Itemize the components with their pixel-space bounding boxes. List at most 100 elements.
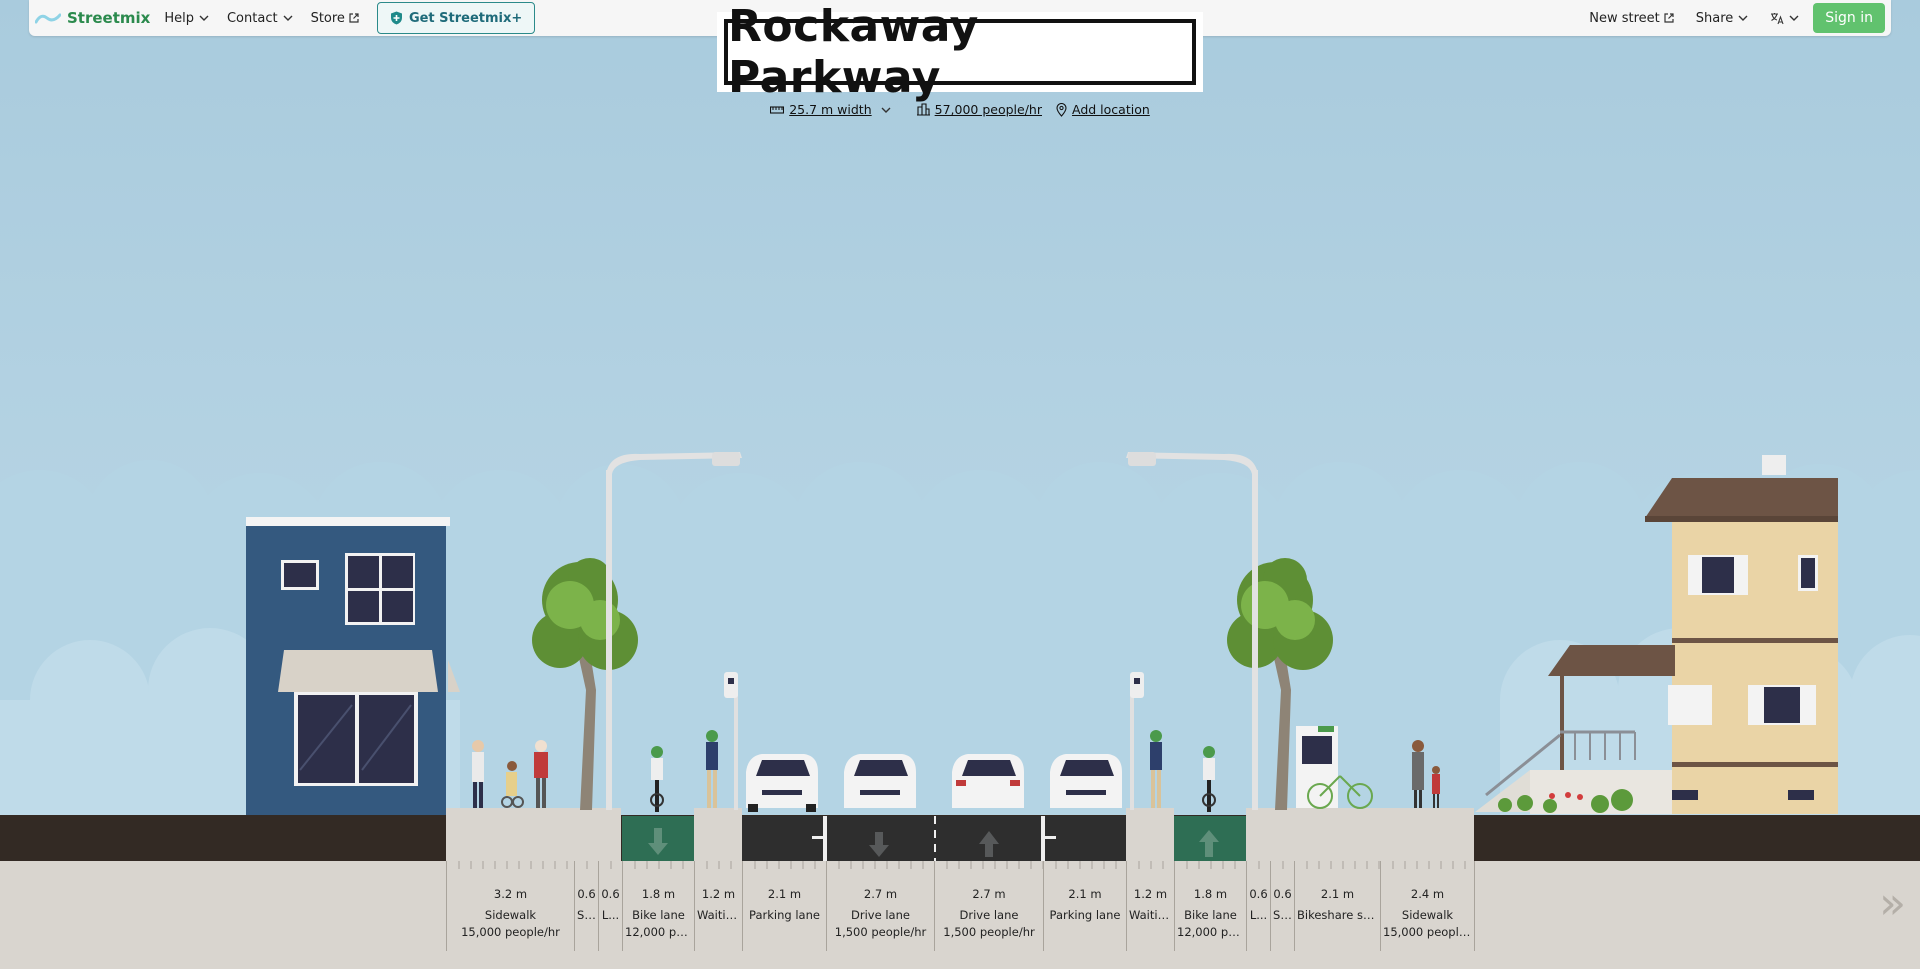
segment-ruler-ticks xyxy=(634,861,684,869)
segment-label[interactable]: 3.2 m Sidewalk 15,000 people/hr xyxy=(446,861,574,951)
segment-capacity: 15,000 people/hr xyxy=(461,925,560,939)
help-menu[interactable]: Help xyxy=(164,11,209,26)
street-illustration xyxy=(0,0,1920,861)
segment-capacity: 12,000 pe... xyxy=(1177,925,1246,939)
segment-width: 2.1 m xyxy=(767,887,802,901)
segment-name: Sidewalk xyxy=(1401,908,1454,922)
store-link-label: Store xyxy=(310,10,345,26)
chevron-down-icon xyxy=(1789,15,1799,21)
segment-name: Waitin... xyxy=(1129,908,1174,922)
street-width-menu[interactable]: 25.7 m width xyxy=(770,102,895,117)
segment-width: 0.6 xyxy=(601,887,620,901)
segment-label[interactable]: 0.6 Si... xyxy=(574,861,598,951)
segment-name: Bike lane xyxy=(632,908,685,922)
segment-name: L... xyxy=(601,908,620,922)
segment-ruler-ticks xyxy=(706,861,732,869)
left-building xyxy=(246,517,460,815)
scroll-right-button[interactable]: » xyxy=(1879,878,1906,929)
chevron-down-icon xyxy=(283,15,293,21)
segment-ruler-ticks xyxy=(586,861,588,869)
segment-name: L... xyxy=(1249,908,1268,922)
segment-width: 0.6 xyxy=(577,887,596,901)
segment-ruler-ticks xyxy=(1306,861,1380,869)
add-location-label: Add location xyxy=(1072,102,1150,117)
segment-ruler-ticks xyxy=(1258,861,1260,869)
segment-name: Si... xyxy=(1273,908,1294,922)
segment-width: 0.6 xyxy=(1249,887,1268,901)
buildings-icon xyxy=(916,103,930,116)
segment-width: 3.2 m xyxy=(493,887,528,901)
segment-width: 2.7 m xyxy=(863,887,898,901)
streetmix-logo-icon xyxy=(35,13,61,24)
add-location-link[interactable]: Add location xyxy=(1056,102,1150,117)
segment-capacity: 1,500 people/hr xyxy=(834,925,927,939)
segment-ruler-ticks xyxy=(838,861,924,869)
parked-car-right xyxy=(1050,754,1122,808)
segment-width: 0.6 xyxy=(1273,887,1292,901)
segment-ruler-ticks xyxy=(1282,861,1284,869)
segment-width: 1.8 m xyxy=(1193,887,1228,901)
segment-ruler-ticks xyxy=(754,861,816,869)
segment-ruler-ticks xyxy=(1138,861,1164,869)
segment-label[interactable]: 1.2 m Waitin... xyxy=(694,861,742,951)
help-menu-label: Help xyxy=(164,10,194,26)
translate-icon xyxy=(1771,12,1784,24)
segment-name: Drive lane xyxy=(851,908,910,922)
segment-name: Bike lane xyxy=(1184,908,1237,922)
segment-width: 1.2 m xyxy=(701,887,736,901)
left-sidewalk xyxy=(446,808,621,861)
location-pin-icon xyxy=(1056,102,1067,117)
street-metadata: 25.7 m width 57,000 people/hr Add locati… xyxy=(0,102,1920,117)
new-street-label: New street xyxy=(1589,10,1660,26)
segment-name: Si... xyxy=(577,908,598,922)
segment-label[interactable]: 2.7 m Drive lane 1,500 people/hr xyxy=(934,861,1043,951)
streetmix-logo[interactable]: Streetmix xyxy=(35,9,150,27)
street-capacity[interactable]: 57,000 people/hr xyxy=(916,102,1042,117)
street-capacity-value: 57,000 people/hr xyxy=(934,102,1042,117)
chevron-down-icon xyxy=(1738,15,1748,21)
segment-ruler-ticks xyxy=(1392,861,1466,869)
segment-ruler-ticks xyxy=(610,861,612,869)
right-sidewalk xyxy=(1246,808,1474,861)
segment-width: 2.1 m xyxy=(1320,887,1355,901)
segment-label[interactable]: 2.1 m Bikeshare st... xyxy=(1294,861,1380,951)
segment-name: Parking lane xyxy=(749,908,820,922)
top-right-actions: New street Share Sign in xyxy=(1589,3,1885,33)
contact-menu[interactable]: Contact xyxy=(227,11,293,26)
get-streetmix-plus-button[interactable]: Get Streetmix+ xyxy=(376,2,536,34)
segment-ruler-ticks xyxy=(946,861,1043,869)
segment-name: Waitin... xyxy=(697,908,742,922)
segment-width: 1.2 m xyxy=(1133,887,1168,901)
segment-label[interactable]: 0.6 Si... xyxy=(1270,861,1294,951)
store-link[interactable]: Store xyxy=(311,11,359,26)
waiting-left xyxy=(694,808,742,861)
segment-label[interactable]: 0.6 L... xyxy=(598,861,622,951)
car-northbound xyxy=(952,754,1024,808)
segment-width: 2.1 m xyxy=(1068,887,1102,901)
new-street-link[interactable]: New street xyxy=(1589,11,1674,26)
segment-name: Bikeshare st... xyxy=(1297,908,1379,922)
segment-label[interactable]: 2.1 m Parking lane xyxy=(1043,861,1126,951)
segment-width: 2.4 m xyxy=(1410,887,1445,901)
segment-label[interactable]: 0.6 L... xyxy=(1246,861,1270,951)
segment-ruler-ticks xyxy=(458,861,568,869)
segment-label[interactable]: 2.1 m Parking lane xyxy=(742,861,826,951)
segment-width: 1.8 m xyxy=(641,887,676,901)
segment-ruler-ticks xyxy=(1186,861,1236,869)
segment-label[interactable]: 2.4 m Sidewalk 15,000 people/... xyxy=(1380,861,1474,951)
segment-label[interactable]: 1.8 m Bike lane 12,000 pe... xyxy=(1174,861,1246,951)
street-name-sign[interactable]: Rockaway Parkway xyxy=(717,1,1203,103)
segment-capacity: 12,000 pe... xyxy=(625,925,694,939)
share-menu-label: Share xyxy=(1695,10,1734,26)
language-menu[interactable] xyxy=(1770,12,1799,25)
segment-name: Drive lane xyxy=(959,908,1019,922)
sign-in-button[interactable]: Sign in xyxy=(1813,3,1885,33)
ruler-icon xyxy=(770,105,785,114)
segment-label[interactable]: 1.2 m Waitin... xyxy=(1126,861,1174,951)
get-streetmix-plus-label: Get Streetmix+ xyxy=(408,10,523,26)
segment-capacity: 1,500 people/hr xyxy=(943,925,1035,939)
share-menu[interactable]: Share xyxy=(1696,11,1749,26)
segment-label[interactable]: 1.8 m Bike lane 12,000 pe... xyxy=(622,861,694,951)
segment-label[interactable]: 2.7 m Drive lane 1,500 people/hr xyxy=(826,861,934,951)
segment-ruler-ticks xyxy=(1055,861,1117,869)
